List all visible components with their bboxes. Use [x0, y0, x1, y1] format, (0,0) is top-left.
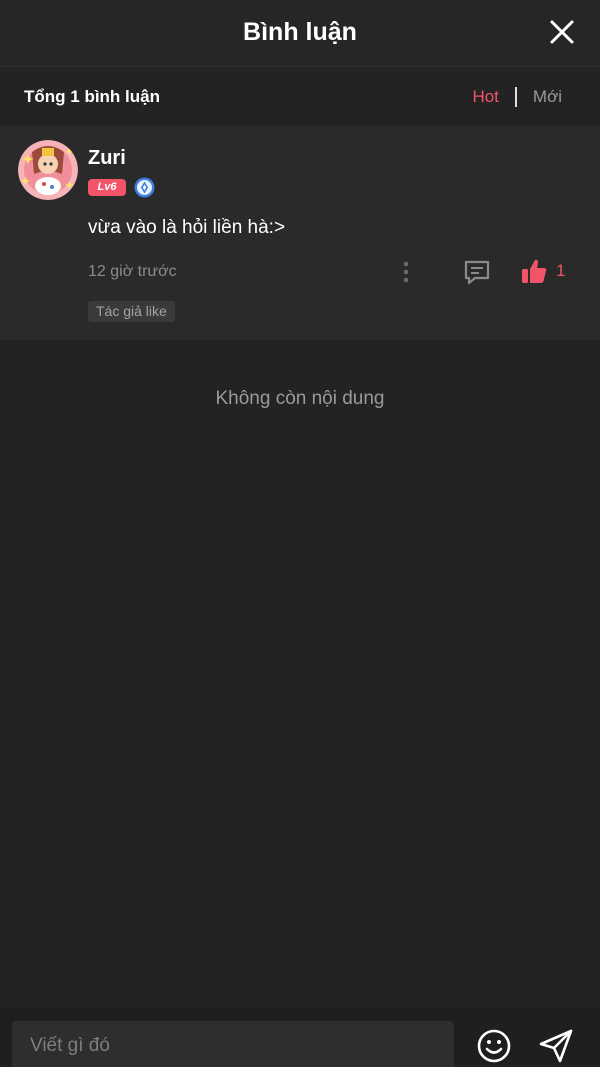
- emoji-icon: [477, 1029, 511, 1063]
- like-count: 1: [556, 261, 566, 280]
- comment-input[interactable]: [12, 1021, 454, 1067]
- more-options-button[interactable]: [396, 260, 416, 284]
- comment-item: Zuri Lv6 vừa vào là hỏi liền hà:> 12 giờ…: [0, 126, 600, 340]
- reply-icon: [464, 260, 490, 285]
- comment-composer: [0, 1008, 600, 1067]
- sort-divider: [514, 87, 517, 107]
- author-liked-tag: Tác giả like: [88, 301, 175, 322]
- sort-tab-hot[interactable]: Hot: [472, 87, 498, 107]
- more-vertical-icon: [403, 261, 409, 283]
- send-icon: [539, 1029, 573, 1063]
- close-icon: [550, 20, 574, 44]
- thumbs-up-icon: [522, 259, 547, 283]
- comments-screen: Bình luận Tổng 1 bình luận Hot Mới Zuri …: [0, 0, 600, 1067]
- close-button[interactable]: [548, 18, 576, 46]
- send-button[interactable]: [537, 1028, 575, 1064]
- comment-summary-bar: Tổng 1 bình luận Hot Mới: [0, 67, 600, 125]
- header: Bình luận: [0, 0, 600, 67]
- verified-shield-icon: [134, 177, 155, 198]
- total-comments-label: Tổng 1 bình luận: [24, 87, 160, 106]
- like-button[interactable]: 1: [520, 257, 565, 285]
- page-title: Bình luận: [243, 18, 357, 46]
- level-badge: Lv6: [88, 179, 126, 196]
- avatar-image: [18, 140, 78, 200]
- avatar[interactable]: [18, 140, 78, 200]
- no-more-content-message: Không còn nội dung: [215, 388, 385, 409]
- sort-tab-new[interactable]: Mới: [533, 87, 562, 107]
- comment-username[interactable]: Zuri: [88, 147, 126, 170]
- emoji-button[interactable]: [476, 1028, 512, 1064]
- sort-tabs: Hot Mới: [472, 87, 562, 107]
- reply-button[interactable]: [463, 259, 491, 285]
- comment-timestamp: 12 giờ trước: [88, 263, 177, 280]
- comment-text: vừa vào là hỏi liền hà:>: [88, 217, 286, 238]
